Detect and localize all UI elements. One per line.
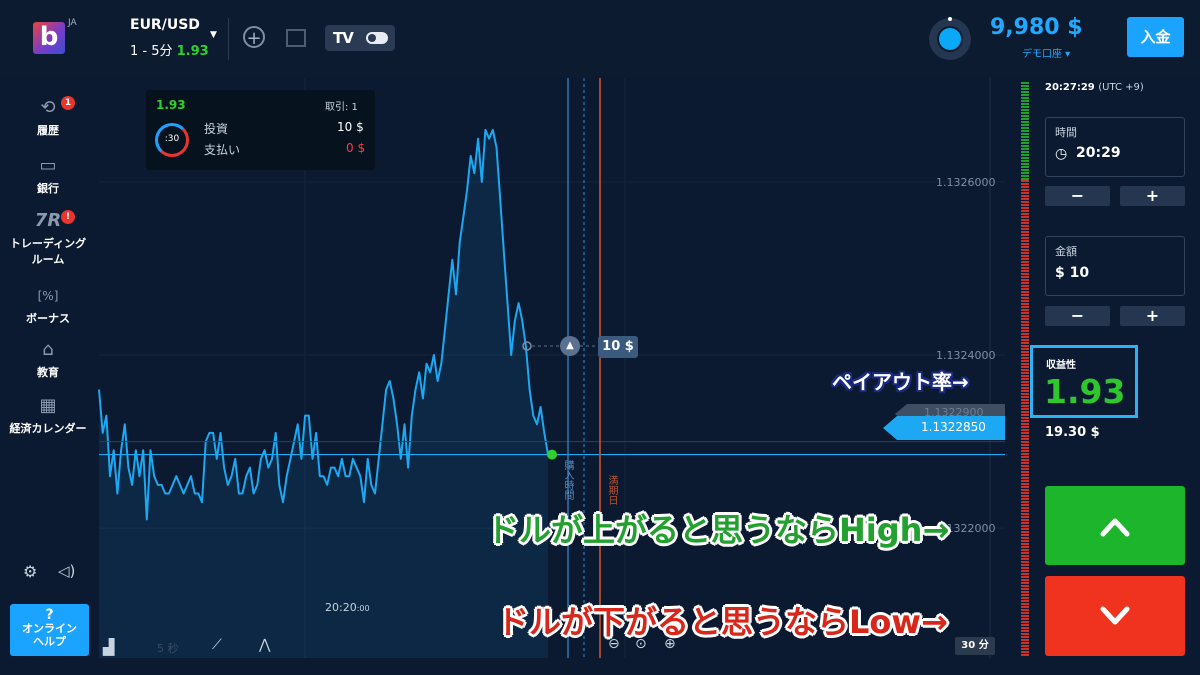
buyer-ratio-bar: [1021, 82, 1029, 180]
deposit-button[interactable]: 入金: [1127, 17, 1184, 57]
zoom-level-button[interactable]: 30 分: [955, 637, 995, 655]
time-field-label: 時間: [1055, 126, 1077, 139]
seller-ratio-bar: [1021, 180, 1029, 656]
amount-increment-button[interactable]: +: [1120, 306, 1185, 326]
time-increment-button[interactable]: +: [1120, 186, 1185, 206]
time-decrement-button[interactable]: −: [1045, 186, 1110, 206]
bet-amount-label: 10 $: [598, 336, 638, 358]
profit-rate: 1.93: [1044, 372, 1126, 411]
countdown-timer: :30: [164, 134, 180, 144]
payout-label: 支払い: [204, 143, 241, 157]
invest-label: 投資: [204, 122, 229, 136]
amount-field-value: $ 10: [1055, 265, 1090, 281]
chevron-up-icon: [1100, 518, 1130, 537]
invest-value: 10 $: [337, 120, 364, 134]
profit-amount: 19.30 $: [1045, 425, 1100, 440]
low-button[interactable]: [1045, 576, 1185, 656]
annotation-low: ドルが下がると思うならLow→: [497, 603, 948, 641]
time-axis-label: 20:20:00: [325, 601, 370, 614]
current-price-dot: [547, 449, 557, 460]
candle-timeframe-button[interactable]: 5 秒: [157, 640, 179, 656]
expiry-line-label: 満期日: [606, 475, 617, 505]
server-time: 20:27:29 (UTC +9): [1045, 82, 1144, 93]
high-button[interactable]: [1045, 486, 1185, 565]
amount-decrement-button[interactable]: −: [1045, 306, 1110, 326]
payout-value: 0 $: [346, 141, 366, 155]
y-tick-label: 1.1326000: [936, 176, 996, 189]
current-price-value: 1.1322850: [921, 420, 986, 434]
chart-type-icon[interactable]: ▟: [103, 638, 115, 656]
trade-panel-payout: 1.93: [156, 98, 186, 112]
clock-icon: ◷: [1055, 146, 1068, 162]
ruler-icon[interactable]: ⟋: [212, 637, 222, 653]
trade-direction-icon: ▲: [560, 336, 580, 356]
trade-count: 取引: 1: [325, 102, 358, 113]
annotation-high: ドルが上がると思うならHigh→: [487, 511, 950, 549]
annotation-payout: ペイアウト率→: [832, 370, 969, 394]
drawing-tools-icon[interactable]: ⋀: [259, 637, 270, 653]
chevron-down-icon: [1100, 606, 1130, 625]
price-area: [99, 129, 548, 658]
time-field-value: 20:29: [1076, 145, 1121, 161]
profit-label: 収益性: [1046, 360, 1076, 371]
y-tick-label: 1.1324000: [936, 349, 996, 362]
purchase-time-line-label: 購入時間: [562, 460, 573, 500]
amount-field-label: 金額: [1055, 245, 1077, 258]
